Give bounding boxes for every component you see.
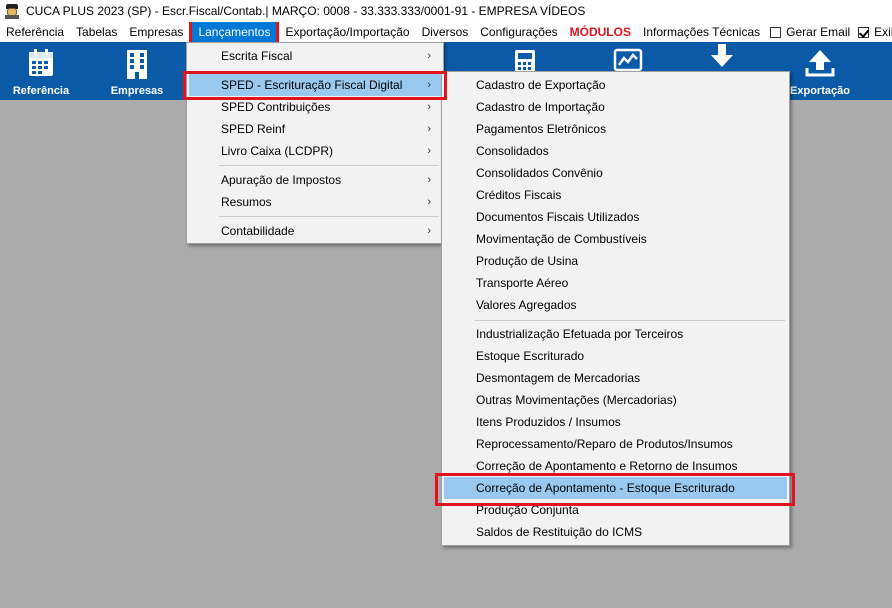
submenu-item[interactable]: Estoque Escriturado	[444, 345, 787, 367]
toolbar-exportacao-button[interactable]: Exportação	[786, 42, 854, 100]
menu-exportacao-importacao[interactable]: Exportação/Importação	[279, 22, 415, 42]
menu-item-label: Contabilidade	[221, 224, 295, 238]
menu-item-livro-caixa[interactable]: Livro Caixa (LCDPR) ›	[189, 140, 441, 162]
submenu-item[interactable]: Documentos Fiscais Utilizados	[444, 206, 787, 228]
sped-submenu: Cadastro de Exportação Cadastro de Impor…	[441, 71, 790, 546]
toolbar-exportacao-label: Exportação	[790, 85, 850, 97]
submenu-item-correcao-estoque-escriturado[interactable]: Correção de Apontamento - Estoque Escrit…	[444, 477, 787, 499]
menu-item-sped-contribuicoes[interactable]: SPED Contribuições ›	[189, 96, 441, 118]
gerar-email-checkbox[interactable]	[770, 26, 782, 38]
menu-item-label: SPED Contribuições	[221, 100, 331, 114]
submenu-item[interactable]: Transporte Aéreo	[444, 272, 787, 294]
menu-referencia[interactable]: Referência	[0, 22, 70, 42]
download-icon	[711, 44, 733, 67]
menu-item-label: Escrita Fiscal	[221, 49, 293, 63]
chevron-right-icon: ›	[427, 101, 431, 113]
building-icon	[127, 50, 147, 79]
menu-item-apuracao-impostos[interactable]: Apuração de Impostos ›	[189, 169, 441, 191]
gerar-email-toggle[interactable]: Gerar Email	[766, 22, 854, 42]
upload-icon	[805, 50, 835, 77]
exibir-checkbox[interactable]	[858, 26, 870, 38]
menu-separator	[474, 320, 785, 321]
submenu-item[interactable]: Outras Movimentações (Mercadorias)	[444, 389, 787, 411]
window-title: CUCA PLUS 2023 (SP) - Escr.Fiscal/Contab…	[26, 4, 586, 18]
chevron-right-icon: ›	[427, 174, 431, 186]
menu-item-escrita-fiscal[interactable]: Escrita Fiscal ›	[189, 45, 441, 67]
calendar-icon	[29, 49, 53, 76]
submenu-item[interactable]: Saldos de Restituição do ICMS	[444, 521, 787, 543]
menu-empresas[interactable]: Empresas	[123, 22, 189, 42]
menu-tabelas[interactable]: Tabelas	[70, 22, 123, 42]
menu-item-label: SPED - Escrituração Fiscal Digital	[221, 78, 403, 92]
chevron-right-icon: ›	[427, 50, 431, 62]
gerar-email-label: Gerar Email	[786, 25, 851, 39]
menu-item-sped-reinf[interactable]: SPED Reinf ›	[189, 118, 441, 140]
menu-separator	[219, 165, 439, 166]
chevron-right-icon: ›	[427, 225, 431, 237]
submenu-item[interactable]: Industrialização Efetuada por Terceiros	[444, 323, 787, 345]
submenu-item[interactable]: Itens Produzidos / Insumos	[444, 411, 787, 433]
menu-item-label: Resumos	[221, 195, 272, 209]
chevron-right-icon: ›	[427, 145, 431, 157]
menu-separator	[219, 216, 439, 217]
menu-item-resumos[interactable]: Resumos ›	[189, 191, 441, 213]
menu-configuracoes[interactable]: Configurações	[474, 22, 563, 42]
toolbar-referencia-button[interactable]: Referência	[6, 42, 76, 100]
submenu-item[interactable]: Movimentação de Combustíveis	[444, 228, 787, 250]
menu-modulos[interactable]: MÓDULOS	[564, 22, 637, 42]
exibir-toggle[interactable]: Exibir B	[854, 22, 892, 42]
menu-diversos[interactable]: Diversos	[416, 22, 475, 42]
submenu-item[interactable]: Produção Conjunta	[444, 499, 787, 521]
chevron-right-icon: ›	[427, 196, 431, 208]
chevron-right-icon: ›	[427, 123, 431, 135]
menu-item-label: Livro Caixa (LCDPR)	[221, 144, 334, 158]
submenu-item[interactable]: Correção de Apontamento e Retorno de Ins…	[444, 455, 787, 477]
menu-informacoes-tecnicas[interactable]: Informações Técnicas	[637, 22, 766, 42]
submenu-item[interactable]: Pagamentos Eletrônicos	[444, 118, 787, 140]
submenu-item[interactable]: Créditos Fiscais	[444, 184, 787, 206]
submenu-item[interactable]: Desmontagem de Mercadorias	[444, 367, 787, 389]
exibir-label: Exibir B	[874, 25, 892, 39]
toolbar-empresas-button[interactable]: Empresas	[104, 42, 170, 100]
submenu-item[interactable]: Consolidados Convênio	[444, 162, 787, 184]
submenu-item[interactable]: Reprocessamento/Reparo de Produtos/Insum…	[444, 433, 787, 455]
lancamentos-menu: Escrita Fiscal › SPED - Escrituração Fis…	[186, 42, 444, 244]
toolbar-referencia-label: Referência	[12, 85, 70, 97]
app-logo-icon	[4, 3, 20, 19]
toolbar-empresas-label: Empresas	[110, 85, 164, 97]
submenu-item[interactable]: Valores Agregados	[444, 294, 787, 316]
menu-item-label: Apuração de Impostos	[221, 173, 342, 187]
submenu-item[interactable]: Cadastro de Exportação	[444, 74, 787, 96]
submenu-item[interactable]: Cadastro de Importação	[444, 96, 787, 118]
menu-item-contabilidade[interactable]: Contabilidade ›	[189, 220, 441, 242]
chevron-right-icon: ›	[427, 79, 431, 91]
menu-item-sped-efd[interactable]: SPED - Escrituração Fiscal Digital ›	[189, 74, 441, 96]
submenu-item[interactable]: Consolidados	[444, 140, 787, 162]
menu-item-label: SPED Reinf	[221, 122, 286, 136]
menu-bar: Referência Tabelas Empresas Lançamentos …	[0, 22, 892, 42]
title-bar: CUCA PLUS 2023 (SP) - Escr.Fiscal/Contab…	[0, 0, 892, 22]
submenu-item[interactable]: Produção de Usina	[444, 250, 787, 272]
menu-lancamentos[interactable]: Lançamentos	[189, 22, 280, 42]
